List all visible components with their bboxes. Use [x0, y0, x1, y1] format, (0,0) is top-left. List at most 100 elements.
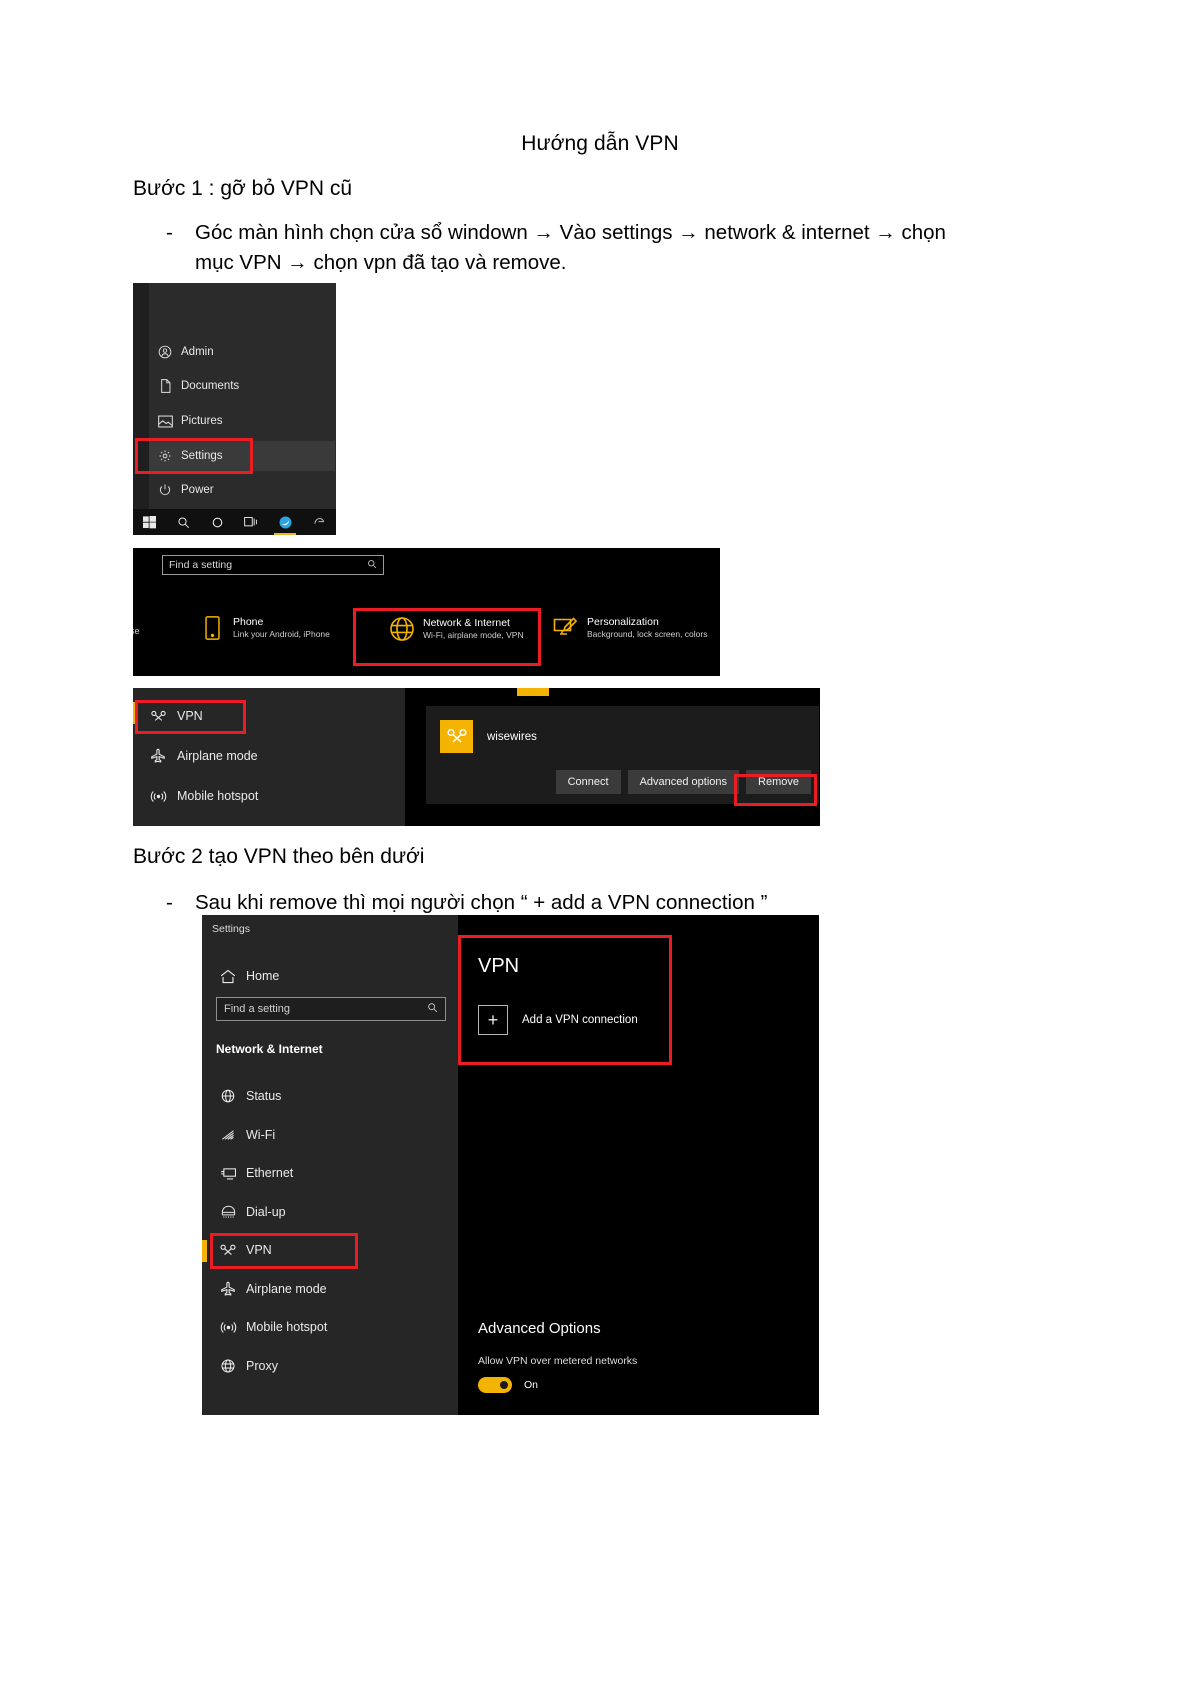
start-menu-item-documents[interactable]: Documents [149, 371, 319, 401]
windows-logo-icon[interactable] [133, 509, 167, 535]
sidebar-item-vpn[interactable]: VPN [139, 702, 379, 730]
page-title: Hướng dẫn VPN [521, 132, 679, 155]
search-placeholder: Find a setting [224, 1003, 291, 1015]
start-menu-item-label: Settings [181, 450, 223, 462]
connect-button[interactable]: Connect [555, 770, 621, 794]
hotspot-icon [210, 1320, 246, 1335]
sidebar-item-label: Proxy [246, 1359, 278, 1373]
tile-title: Network & Internet [423, 616, 510, 629]
sidebar-item-wifi[interactable]: Wi-Fi [210, 1120, 450, 1150]
screenshot-start-menu: Admin Documents Pictures Settings Power [133, 283, 336, 535]
sidebar-item-label: Ethernet [246, 1166, 294, 1180]
start-menu-item-settings[interactable]: Settings [149, 441, 335, 471]
search-icon[interactable] [167, 509, 201, 535]
app-blue-icon[interactable] [268, 509, 302, 535]
airplane-icon [210, 1281, 246, 1297]
vpn-connection-row: wisewires [440, 720, 537, 753]
screenshot-vpn-remove: VPN Airplane mode Mobile hotspot wisewir… [133, 688, 820, 826]
home-icon [210, 969, 246, 984]
sidebar-item-label: Mobile hotspot [177, 789, 259, 803]
advanced-options-button[interactable]: Advanced options [627, 770, 740, 794]
toggle-switch[interactable] [478, 1377, 512, 1393]
vpn-connection-name: wisewires [487, 730, 537, 743]
start-menu-item-power[interactable]: Power [149, 475, 319, 505]
sidebar-item-label: Wi-Fi [246, 1128, 276, 1142]
phone-icon [191, 616, 233, 640]
selected-accent-bar [202, 1240, 207, 1262]
bullet-marker: - [166, 891, 173, 914]
metered-networks-toggle[interactable]: On [478, 1377, 538, 1393]
vpn-detail-pane: wisewires Connect Advanced options Remov… [421, 688, 820, 826]
sidebar-item-mobile-hotspot[interactable]: Mobile hotspot [210, 1312, 450, 1342]
cortana-circle-icon[interactable] [201, 509, 235, 535]
toggle-state-label: On [524, 1379, 539, 1391]
tile-title: Phone [233, 616, 264, 628]
sidebar-item-proxy[interactable]: Proxy [210, 1351, 450, 1381]
hotspot-icon [139, 789, 177, 804]
sidebar-item-dialup[interactable]: Dial-up [210, 1197, 450, 1227]
heading-step-1: Bước 1 : gỡ bỏ VPN cũ [133, 177, 353, 200]
search-icon [367, 559, 377, 572]
bullet-step-2: - Sau khi remove thì mọi người chọn “ + … [133, 888, 767, 918]
sidebar-item-label: Airplane mode [177, 749, 258, 763]
start-menu-item-pictures[interactable]: Pictures [149, 406, 319, 436]
personalization-icon [545, 616, 587, 640]
bullet-step-1: - Góc màn hình chọn cửa sổ windown → Vào… [133, 218, 955, 277]
sidebar-item-label: Airplane mode [246, 1282, 327, 1296]
screenshot-settings-vpn-page: Settings Home Find a setting Network & I… [202, 915, 819, 1415]
proxy-icon [210, 1358, 246, 1374]
app-edge-icon[interactable] [302, 509, 336, 535]
wifi-icon [210, 1128, 246, 1142]
vpn-connection-card[interactable]: wisewires Connect Advanced options Remov… [426, 706, 819, 804]
search-input[interactable]: Find a setting [216, 997, 446, 1021]
sidebar-item-airplane-mode[interactable]: Airplane mode [139, 742, 379, 770]
remove-button[interactable]: Remove [746, 770, 811, 794]
airplane-icon [139, 748, 177, 764]
sidebar-section-title: Network & Internet [216, 1042, 323, 1056]
screenshot-settings-home: Find a setting use Phone Link your Andro… [133, 548, 720, 676]
add-vpn-connection-button[interactable]: + Add a VPN connection [478, 1005, 638, 1035]
start-menu-item-label: Power [181, 484, 214, 496]
status-icon [210, 1088, 246, 1104]
search-input[interactable]: Find a setting [162, 555, 384, 575]
vpn-icon [139, 710, 177, 723]
tile-subtitle: Wi-Fi, airplane mode, VPN [423, 630, 524, 641]
start-menu-item-label: Admin [181, 346, 214, 358]
user-icon [149, 345, 181, 359]
search-placeholder: Find a setting [169, 559, 233, 571]
sidebar-item-status[interactable]: Status [210, 1081, 450, 1111]
tile-partial-label: use [133, 626, 140, 636]
vpn-sidebar: VPN Airplane mode Mobile hotspot [133, 688, 405, 826]
globe-icon [381, 616, 423, 642]
bullet-text: Góc màn hình chọn cửa sổ windown → Vào s… [195, 221, 946, 274]
bullet-text: Sau khi remove thì mọi người chọn “ + ad… [195, 891, 768, 914]
power-icon [149, 483, 181, 497]
sidebar-item-label: Mobile hotspot [246, 1320, 328, 1334]
picture-icon [149, 415, 181, 428]
sidebar-item-home[interactable]: Home [210, 961, 450, 991]
content-title: VPN [478, 955, 520, 977]
vpn-icon [210, 1244, 246, 1257]
sidebar-item-mobile-hotspot[interactable]: Mobile hotspot [139, 782, 379, 810]
vpn-action-buttons: Connect Advanced options Remove [555, 770, 811, 794]
gear-icon [149, 449, 181, 463]
add-vpn-label: Add a VPN connection [522, 1014, 638, 1026]
tile-personalization[interactable]: Personalization Background, lock screen,… [545, 616, 707, 640]
sidebar-item-ethernet[interactable]: Ethernet [210, 1158, 450, 1188]
vpn-tile-icon [440, 720, 473, 753]
start-menu-item-admin[interactable]: Admin [149, 337, 319, 367]
start-menu-item-label: Pictures [181, 415, 223, 427]
task-view-icon[interactable] [234, 509, 268, 535]
document-icon [149, 379, 181, 393]
dialup-icon [210, 1205, 246, 1219]
tile-phone[interactable]: Phone Link your Android, iPhone [191, 616, 330, 640]
tile-network-internet[interactable]: Network & Internet Wi-Fi, airplane mode,… [381, 616, 524, 642]
plus-icon: + [478, 1005, 508, 1035]
sidebar-item-label: VPN [177, 709, 203, 723]
sidebar-item-vpn[interactable]: VPN [210, 1235, 450, 1265]
start-menu-left-rail [133, 283, 149, 513]
sidebar-item-airplane-mode[interactable]: Airplane mode [210, 1274, 450, 1304]
sidebar-item-label: Status [246, 1089, 282, 1103]
vpn-content-pane: VPN + Add a VPN connection Advanced Opti… [458, 915, 819, 1415]
tile-subtitle: Link your Android, iPhone [233, 629, 330, 640]
